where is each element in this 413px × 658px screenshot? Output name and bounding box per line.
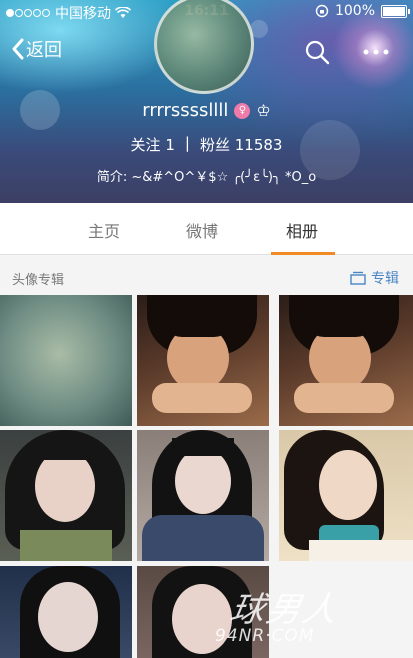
- chevron-left-icon: [12, 38, 24, 60]
- battery-icon: [381, 4, 410, 18]
- tab-home[interactable]: 主页: [88, 218, 120, 242]
- album-photo[interactable]: [0, 566, 132, 658]
- watermark-text: 球男人: [226, 590, 342, 630]
- profile-cover: 中国移动 16:11 100% 返回: [0, 0, 413, 203]
- tab-album[interactable]: 相册: [286, 218, 318, 242]
- stats-divider: |: [184, 134, 190, 152]
- search-icon[interactable]: [303, 38, 331, 66]
- followers-stat[interactable]: 粉丝 11583: [200, 134, 283, 155]
- profile-tabs: 主页 微博 相册: [0, 203, 413, 255]
- album-photo[interactable]: [0, 295, 132, 426]
- bio-text: 简介: ~&#^O^￥$☆ ╭(╯ε╰)╮ *O_o: [96, 170, 317, 185]
- following-stat[interactable]: 关注 1: [131, 134, 175, 155]
- followers-label: 粉丝: [199, 136, 230, 154]
- album-photo[interactable]: [279, 430, 413, 561]
- rotation-lock-icon: [315, 4, 329, 18]
- following-label: 关注: [130, 136, 161, 154]
- album-photo[interactable]: [137, 430, 269, 561]
- section-title: 头像专辑: [12, 273, 65, 288]
- album-link-label: 专辑: [371, 271, 399, 287]
- avatar[interactable]: [154, 0, 254, 94]
- battery-percent: 100%: [334, 3, 375, 19]
- back-label: 返回: [26, 40, 62, 61]
- more-icon[interactable]: [356, 38, 396, 66]
- status-right: 100%: [315, 3, 410, 19]
- watermark-url: 94NR·COM: [215, 626, 315, 646]
- crown-icon: ♔: [256, 101, 271, 120]
- album-photo[interactable]: [137, 295, 269, 426]
- stats-row: 关注 1 | 粉丝 11583: [0, 134, 413, 155]
- watermark: 球男人 94NR·COM: [215, 576, 410, 654]
- tab-weibo[interactable]: 微博: [186, 218, 218, 242]
- album-link[interactable]: 专辑: [350, 268, 399, 288]
- female-badge-icon: ♀: [234, 102, 251, 119]
- following-count: 1: [165, 136, 175, 154]
- followers-count: 11583: [234, 136, 283, 154]
- album-photo[interactable]: [0, 430, 132, 561]
- album-section-header: 头像专辑 专辑: [0, 255, 413, 295]
- username-row: rrrrssssllll ♀ ♔: [0, 100, 413, 121]
- back-button[interactable]: 返回: [10, 36, 62, 62]
- album-icon: [350, 271, 366, 285]
- album-photo[interactable]: [279, 295, 413, 426]
- username: rrrrssssllll: [142, 100, 229, 121]
